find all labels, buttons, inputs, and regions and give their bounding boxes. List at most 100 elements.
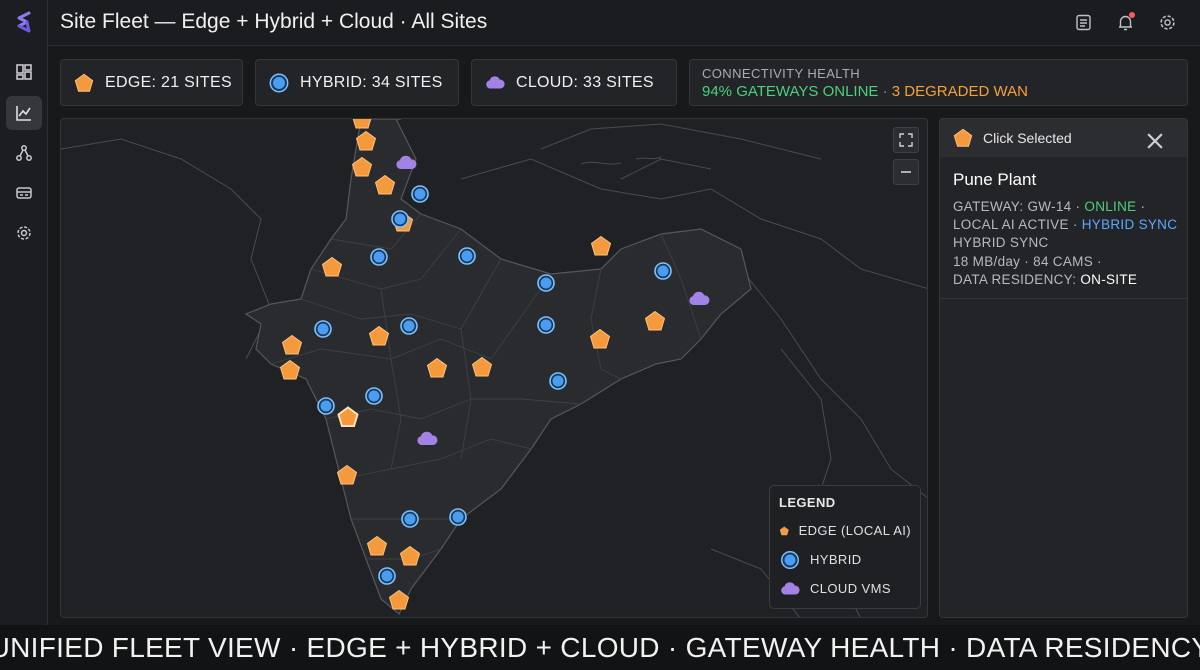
minus-icon xyxy=(901,171,911,173)
panel-body: Pune Plant GATEWAY: GW-14 · ONLINE · LOC… xyxy=(940,157,1187,299)
legend-edge-label: EDGE (LOCAL AI) xyxy=(798,523,911,538)
site-details-panel: Click Selected Pune Plant GATEWAY: GW-14… xyxy=(939,118,1188,618)
legend-hybrid-label: HYBRID xyxy=(810,552,862,567)
hybrid-site-marker[interactable] xyxy=(446,505,470,529)
edge-site-marker[interactable] xyxy=(367,324,391,348)
nav-dashboard[interactable] xyxy=(6,55,42,89)
edge-site-marker[interactable] xyxy=(365,534,389,558)
stat-edge[interactable]: EDGE: 21 SITES xyxy=(60,59,243,106)
panel-header-label: Click Selected xyxy=(983,130,1072,146)
edge-site-marker[interactable] xyxy=(425,356,449,380)
hybrid-site-marker[interactable] xyxy=(397,314,421,338)
footer-banner: UNIFIED FLEET VIEW · EDGE + HYBRID + CLO… xyxy=(0,625,1200,670)
stat-hybrid[interactable]: HYBRID: 34 SITES xyxy=(255,59,459,106)
degraded-wan: 3 DEGRADED WAN xyxy=(891,83,1028,100)
india-landmass xyxy=(244,119,752,615)
edge-site-marker[interactable] xyxy=(398,544,422,568)
cloud-site-marker[interactable] xyxy=(415,427,439,451)
hybrid-site-marker[interactable] xyxy=(398,507,422,531)
residency-value: ON-SITE xyxy=(1080,271,1138,287)
legend-hybrid: HYBRID xyxy=(779,545,911,574)
edge-site-marker[interactable] xyxy=(320,255,344,279)
hybrid-site-marker[interactable] xyxy=(455,244,479,268)
residency-label: DATA RESIDENCY: xyxy=(953,271,1077,287)
hybrid-site-marker[interactable] xyxy=(362,384,386,408)
cloud-site-marker[interactable] xyxy=(687,287,711,311)
fleet-map[interactable]: LEGEND EDGE (LOCAL AI) HYBRID CLOUD VMS xyxy=(60,118,928,618)
cloud-icon xyxy=(781,581,800,594)
nav-devices[interactable] xyxy=(6,176,42,210)
hybrid-site-marker[interactable] xyxy=(375,564,399,588)
legend-edge: EDGE (LOCAL AI) xyxy=(779,516,911,545)
nav-analytics[interactable] xyxy=(6,96,42,130)
notes-button[interactable] xyxy=(1072,11,1094,33)
app-logo xyxy=(17,11,31,33)
edge-pentagon-icon xyxy=(953,128,973,147)
zoom-out-button[interactable] xyxy=(893,159,919,185)
cloud-site-marker[interactable] xyxy=(394,151,418,175)
hybrid-site-marker[interactable] xyxy=(408,182,432,206)
nav-settings[interactable] xyxy=(6,216,42,250)
health-separator: · xyxy=(882,83,888,100)
ai-label: LOCAL AI ACTIVE · xyxy=(953,217,1078,233)
edge-site-marker[interactable] xyxy=(588,327,612,351)
hybrid-site-marker[interactable] xyxy=(534,271,558,295)
devices-icon xyxy=(16,187,32,199)
map-legend: LEGEND EDGE (LOCAL AI) HYBRID CLOUD VMS xyxy=(769,485,921,609)
hybrid-site-marker[interactable] xyxy=(367,245,391,269)
dashboard-icon xyxy=(16,64,32,80)
legend-cloud: CLOUD VMS xyxy=(779,574,911,603)
page-title: Site Fleet — Edge + Hybrid + Cloud · All… xyxy=(60,10,488,33)
settings-icon xyxy=(17,226,31,240)
edge-site-marker[interactable] xyxy=(643,309,667,333)
edge-site-marker-selected[interactable] xyxy=(336,405,360,429)
hybrid-site-marker[interactable] xyxy=(314,394,338,418)
edge-site-marker[interactable] xyxy=(470,355,494,379)
gateway-status: ONLINE xyxy=(1084,199,1137,214)
edge-site-marker[interactable] xyxy=(387,588,411,612)
legend-cloud-label: CLOUD VMS xyxy=(810,581,891,596)
footer-text: UNIFIED FLEET VIEW · EDGE + HYBRID + CLO… xyxy=(0,631,1200,663)
gear-icon xyxy=(1159,14,1175,30)
panel-header: Click Selected xyxy=(940,119,1187,157)
stat-cloud-label: CLOUD: 33 SITES xyxy=(516,73,654,91)
hybrid-site-marker[interactable] xyxy=(388,207,412,231)
connectivity-health-card: CONNECTIVITY HEALTH 94% GATEWAYS ONLINE … xyxy=(689,59,1188,106)
edge-site-marker[interactable] xyxy=(350,155,374,179)
gateway-tail: · xyxy=(1140,199,1146,214)
edge-site-marker[interactable] xyxy=(278,358,302,382)
hybrid-site-marker[interactable] xyxy=(311,317,335,341)
edge-site-marker[interactable] xyxy=(335,463,359,487)
edge-site-marker[interactable] xyxy=(373,173,397,197)
usage-line: 18 MB/day · 84 CAMS · xyxy=(953,253,1102,269)
hybrid-circle-icon xyxy=(269,73,289,92)
edge-site-marker[interactable] xyxy=(280,333,304,357)
gateways-online: 94% GATEWAYS ONLINE xyxy=(702,83,879,100)
site-name: Pune Plant xyxy=(953,170,1037,189)
edge-site-marker[interactable] xyxy=(589,234,613,258)
stat-cloud[interactable]: CLOUD: 33 SITES xyxy=(471,59,677,106)
hybrid-site-marker[interactable] xyxy=(546,369,570,393)
ai-line: LOCAL AI ACTIVE · HYBRID SYNC xyxy=(953,216,1177,234)
cloud-icon xyxy=(486,75,505,88)
nav-network[interactable] xyxy=(6,136,42,170)
notes-icon xyxy=(1075,14,1091,30)
legend-title: LEGEND xyxy=(779,495,836,510)
ai-mode: HYBRID SYNC xyxy=(1081,217,1178,233)
hybrid-site-marker[interactable] xyxy=(651,259,675,283)
health-title: CONNECTIVITY HEALTH xyxy=(702,66,861,81)
notifications-button[interactable] xyxy=(1114,11,1136,33)
network-icon xyxy=(16,145,32,161)
close-icon[interactable] xyxy=(1144,130,1166,152)
stat-edge-label: EDGE: 21 SITES xyxy=(105,73,232,91)
fullscreen-button[interactable] xyxy=(893,127,919,153)
hybrid-site-marker[interactable] xyxy=(534,313,558,337)
notification-dot xyxy=(1129,12,1135,18)
edge-site-marker[interactable] xyxy=(354,129,378,153)
health-line: 94% GATEWAYS ONLINE · 3 DEGRADED WAN xyxy=(702,83,1175,100)
sidebar xyxy=(0,0,48,625)
fullscreen-icon xyxy=(899,133,913,147)
hybrid-circle-icon xyxy=(781,550,799,569)
header-settings-button[interactable] xyxy=(1156,11,1178,33)
residency-line: DATA RESIDENCY: ON-SITE xyxy=(953,271,1174,289)
